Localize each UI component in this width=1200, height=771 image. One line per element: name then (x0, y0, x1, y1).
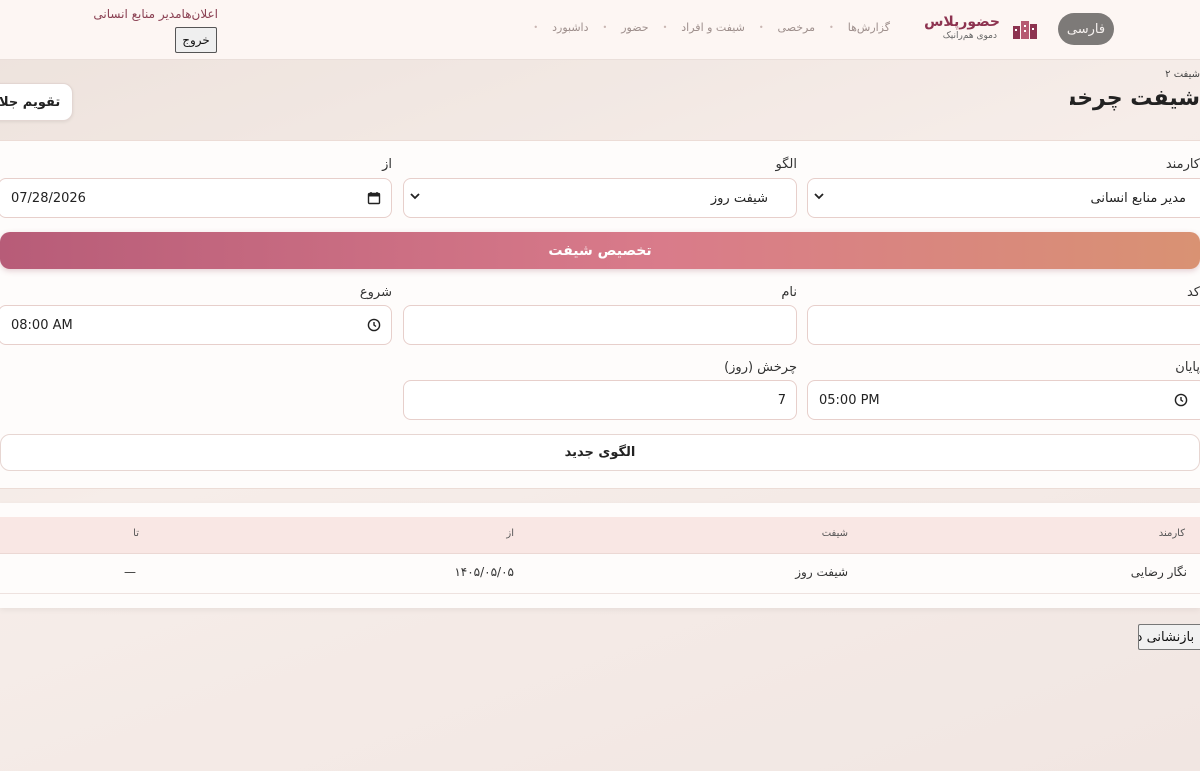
column-header-employee: کارمند (1158, 528, 1185, 539)
employee-label: کارمند (1165, 157, 1200, 172)
column-header-shift: شیفت (821, 528, 848, 539)
employee-select[interactable]: مدیر منابع انسانی (807, 178, 1200, 218)
cell-to: — (124, 565, 136, 579)
cell-from: ۱۴۰۵/۰۵/۰۵ (454, 565, 514, 579)
assign-shift-button[interactable]: تخصیص شیفت (0, 232, 1200, 269)
notifications-user-link[interactable]: اعلان‌هامدیر منابع انسانی (93, 7, 218, 21)
cycle-days-value: 7 (777, 392, 786, 408)
nav-separator-icon: • (602, 23, 608, 32)
cell-shift: شیفت روز (795, 565, 848, 579)
employee-select-value: مدیر منابع انسانی (1090, 190, 1186, 206)
cell-employee: نگار رضایی (1130, 565, 1187, 579)
top-header: فارسی حضورپلاس دموی هم‌رانیک داشبورد • حض… (0, 0, 1200, 60)
building-logo-icon (1013, 21, 1037, 39)
nav-separator-icon: • (662, 23, 668, 32)
new-pattern-button[interactable]: الگوی جدید (0, 434, 1200, 471)
nav-leave[interactable]: مرخصی (778, 21, 815, 34)
code-label: کد (1186, 285, 1200, 300)
table-header: کارمند شیفت از تا (0, 517, 1200, 554)
clock-icon[interactable] (367, 318, 381, 332)
nav-separator-icon: • (758, 23, 764, 32)
clock-icon[interactable] (1174, 393, 1188, 407)
start-time-value: 08:00 AM (11, 317, 73, 333)
nav-separator-icon: • (829, 23, 834, 32)
assignments-table: کارمند شیفت از تا نگار رضایی شیفت روز ۱۴… (0, 503, 1200, 608)
brand-subtitle: دموی هم‌رانیک (942, 31, 997, 41)
start-time-label: شروع (359, 285, 392, 300)
column-header-to: تا (133, 528, 139, 539)
nav-separator-icon: • (533, 23, 539, 32)
table-row: نگار رضایی شیفت روز ۱۴۰۵/۰۵/۰۵ — (0, 553, 1200, 594)
end-time-value: 05:00 PM (819, 392, 880, 408)
demo-reset-button[interactable]: بازنشانی دمو (1138, 624, 1200, 650)
shift-form-card: کارمند الگو از مدیر منابع انسانی شیفت رو… (0, 140, 1200, 489)
cycle-days-input[interactable]: 7 (403, 380, 797, 420)
demo-reset-label: بازنشانی دمو (1139, 629, 1195, 645)
column-header-from: از (506, 528, 514, 539)
pattern-select[interactable]: شیفت روز (403, 178, 797, 218)
name-label: نام (781, 285, 797, 300)
from-date-value: 07/28/2026 (11, 190, 86, 206)
chevron-down-icon (410, 193, 420, 200)
brand-name[interactable]: حضورپلاس (924, 14, 1000, 30)
pattern-select-value: شیفت روز (710, 190, 768, 206)
pattern-label: الگو (775, 157, 797, 172)
from-date-label: از (382, 157, 392, 172)
page-title: شیفت چرخشی (1070, 86, 1200, 111)
cycle-days-label: چرخش (روز) (724, 360, 797, 375)
nav-attendance[interactable]: حضور (621, 21, 648, 34)
end-time-label: پایان (1175, 360, 1200, 375)
nav-shifts-people[interactable]: شیفت و افراد (681, 21, 745, 34)
calendar-icon[interactable] (367, 191, 381, 205)
name-input[interactable] (403, 305, 797, 345)
nav-dashboard[interactable]: داشبورد (552, 21, 588, 34)
logout-button[interactable]: خروج (175, 27, 217, 53)
start-time-input[interactable]: 08:00 AM (0, 305, 392, 345)
language-toggle-button[interactable]: فارسی (1058, 13, 1114, 45)
jalali-calendar-toggle[interactable]: تقویم جلالی (0, 83, 73, 121)
breadcrumb: شیفت ۲ (1165, 69, 1200, 80)
chevron-down-icon (814, 193, 824, 200)
main-nav: داشبورد • حضور • شیفت و افراد • مرخصی • گزار… (533, 21, 890, 34)
nav-reports[interactable]: گزارش‌ها (848, 21, 890, 34)
end-time-input[interactable]: 05:00 PM (807, 380, 1200, 420)
from-date-input[interactable]: 07/28/2026 (0, 178, 392, 218)
code-input[interactable] (807, 305, 1200, 345)
